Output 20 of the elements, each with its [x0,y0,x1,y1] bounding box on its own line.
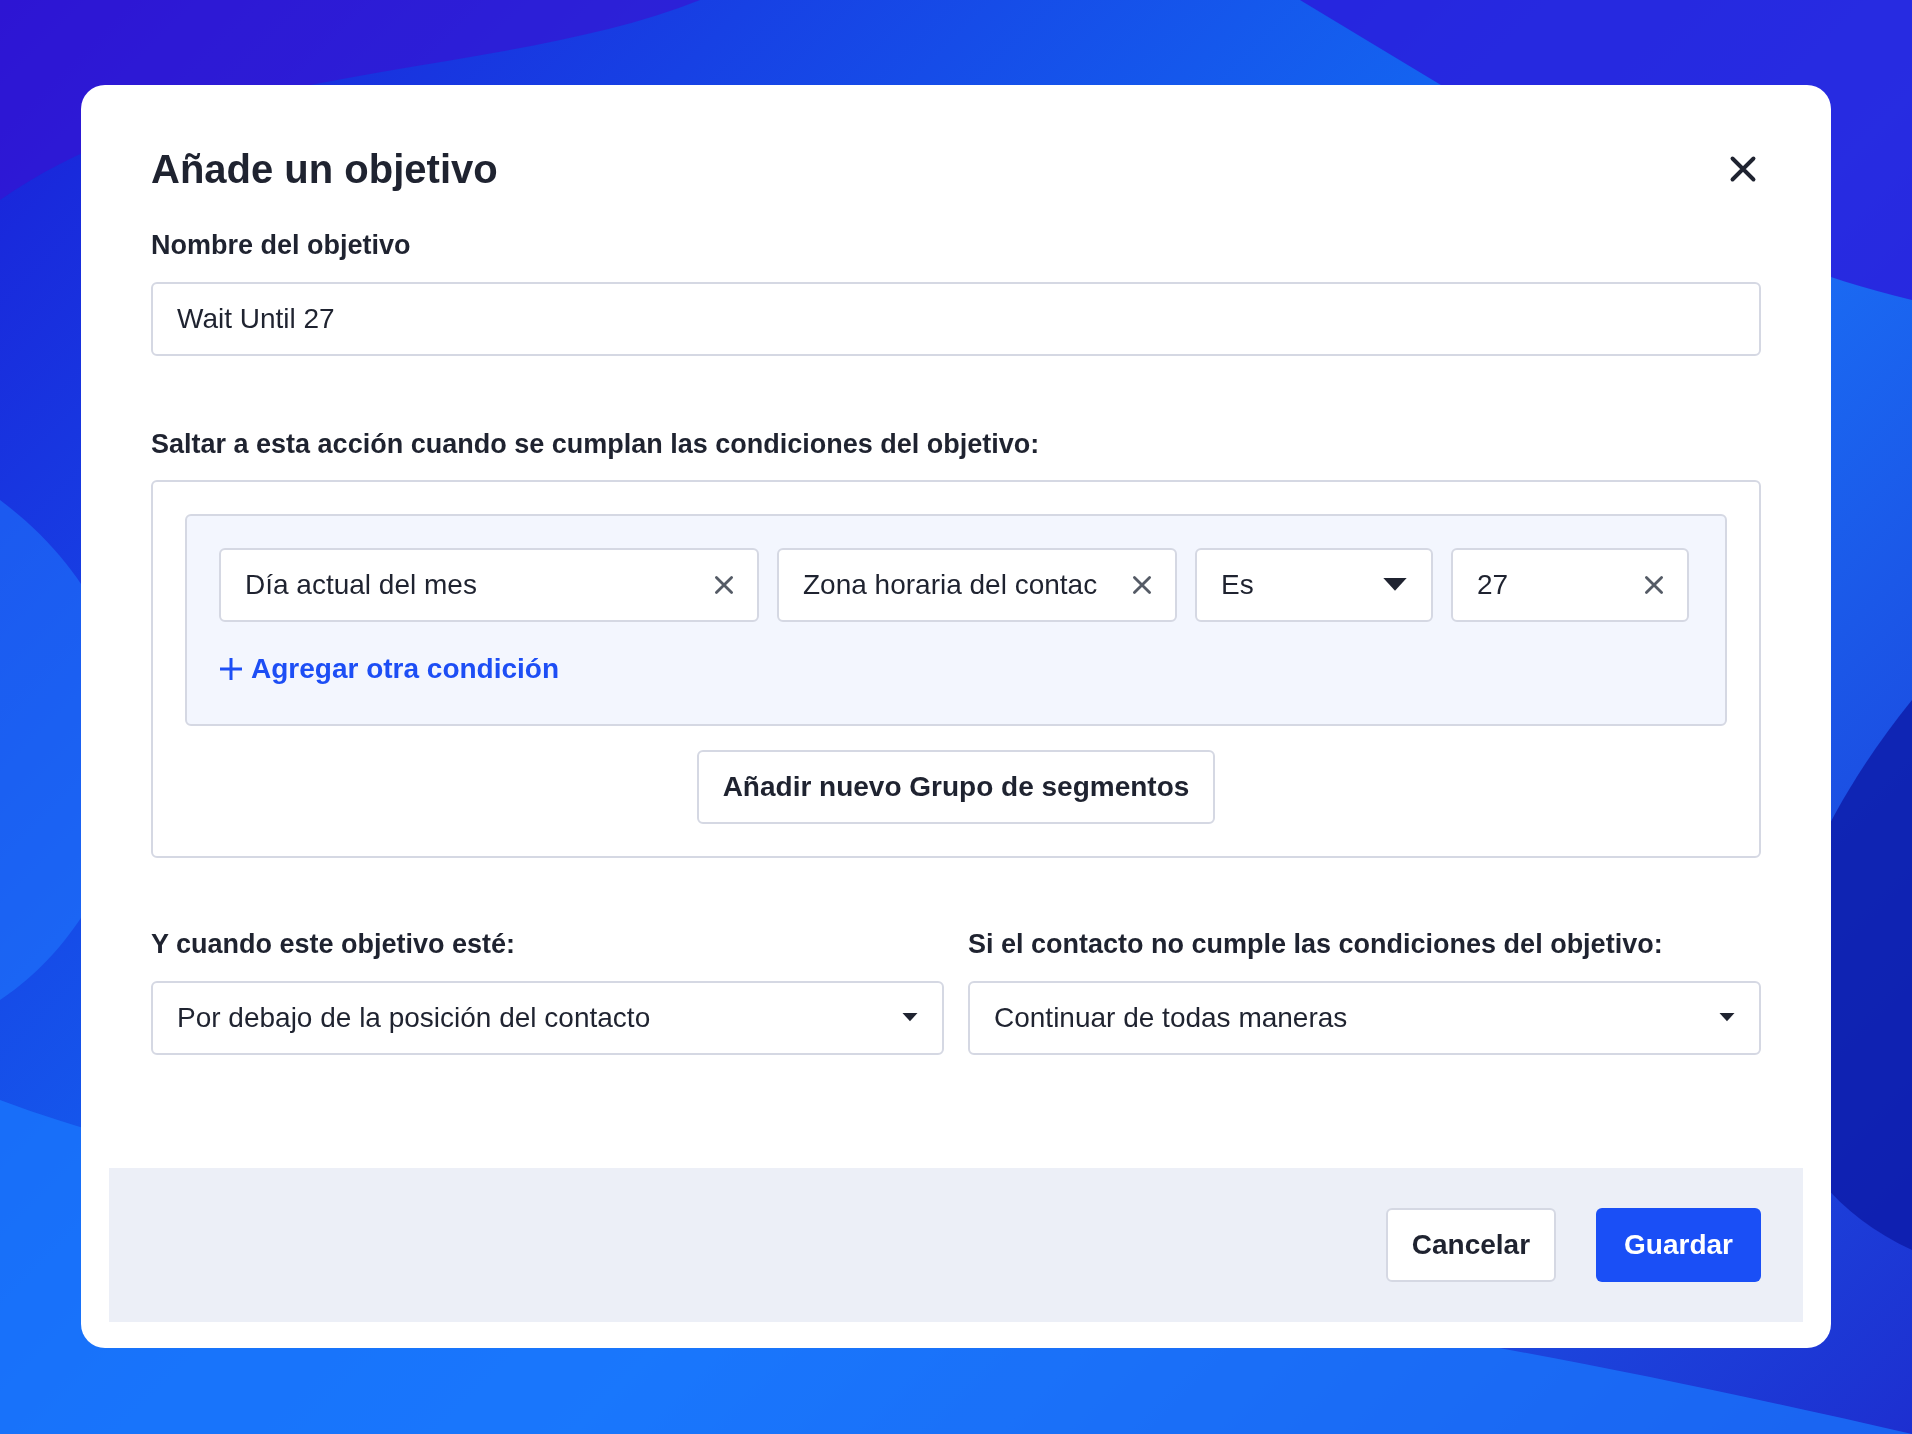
field-label: Nombre del objetivo [151,229,412,262]
caret-icon [1719,1013,1735,1022]
plus-icon [219,657,243,681]
save-button[interactable]: Guardar [1596,1208,1761,1282]
field-label: Y cuando este objetivo esté: [151,928,517,961]
condition-field[interactable]: Zona horaria del contac [777,548,1177,622]
condition-field[interactable]: 27 [1451,548,1689,622]
dialog-title: Añade un objetivo [151,146,498,193]
select-dropdown[interactable]: Por debajo de la posición del contacto [151,980,944,1055]
section-label: Saltar a esta acción cuando se cumplan las condiciones del objetivo: [151,427,1041,461]
field-label: Si el contacto no cumple las condiciones del objetivo: [968,928,1664,961]
caret-icon [1383,578,1407,592]
add-group-button[interactable]: Añadir nuevo Grupo de segmentos [696,750,1216,824]
operator-dropdown[interactable]: Es [1195,548,1433,622]
select-dropdown[interactable]: Continuar de todas maneras [968,980,1761,1055]
name-input-field[interactable]: Wait Until 27 [151,281,1761,356]
add-condition-link[interactable]: Agregar otra condición [219,648,560,690]
cancel-button[interactable]: Cancelar [1385,1208,1557,1282]
condition-field[interactable]: Día actual del mes [219,548,759,622]
caret-icon [902,1013,918,1022]
